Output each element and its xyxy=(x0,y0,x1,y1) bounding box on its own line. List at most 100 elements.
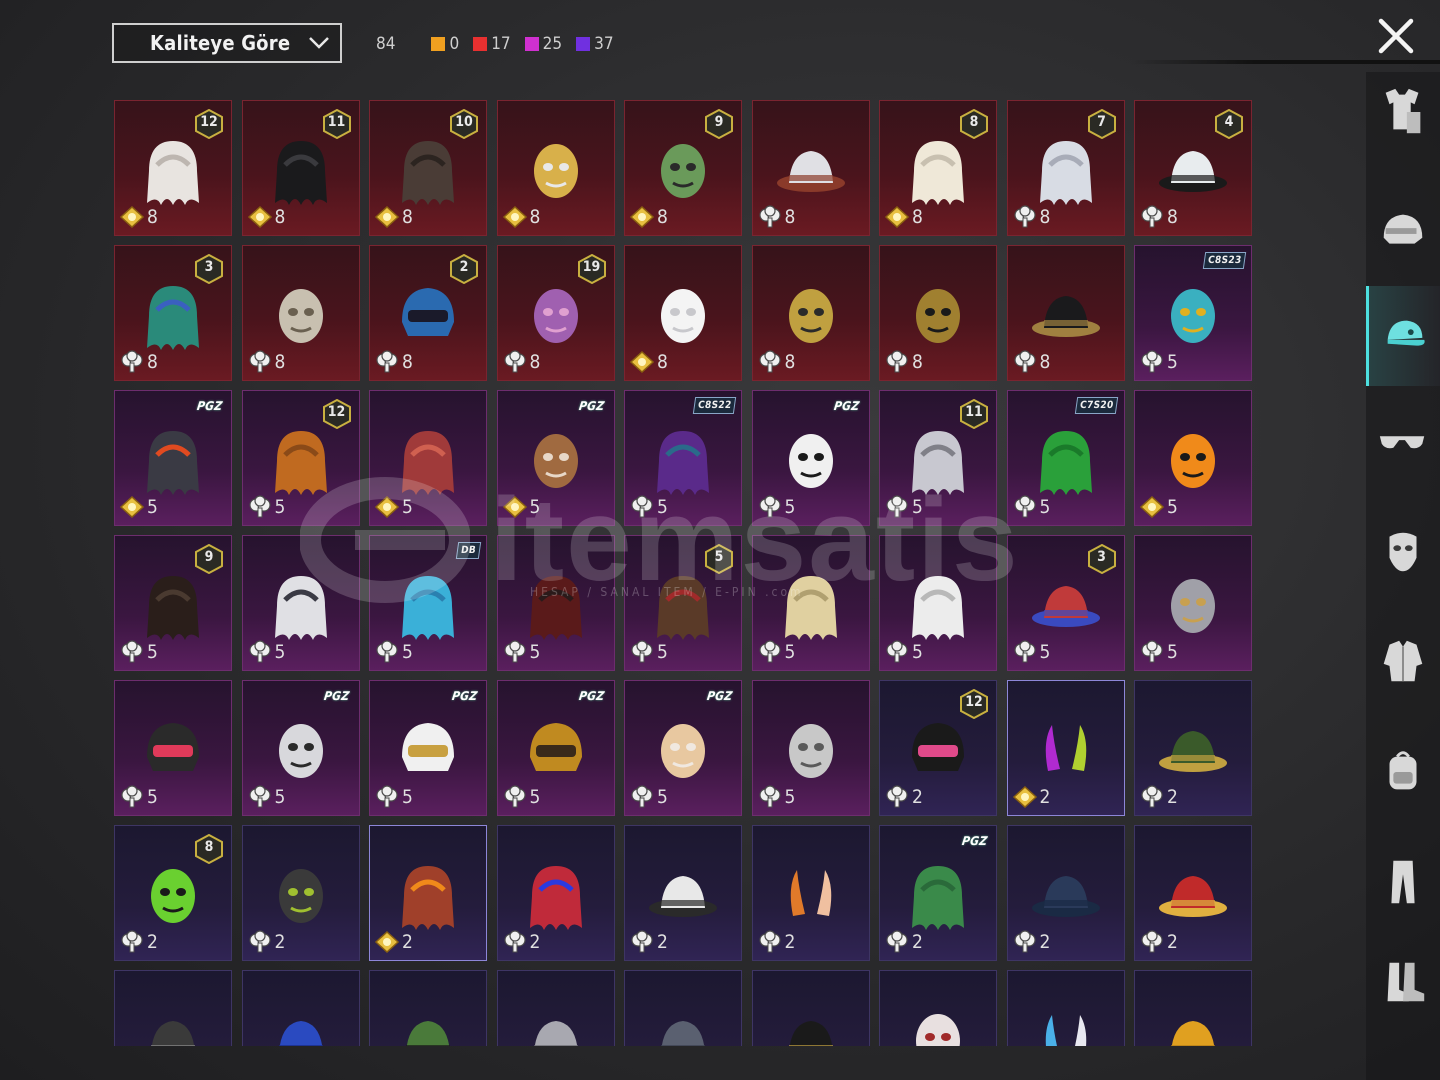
season-tag: PGZ xyxy=(578,689,606,703)
item-card[interactable]: 11 5 xyxy=(879,390,997,526)
item-card[interactable]: C7S20 5 xyxy=(1006,390,1125,526)
item-card[interactable] xyxy=(624,970,742,1046)
item-card[interactable]: 12 2 xyxy=(879,680,997,816)
item-card[interactable]: PGZ 5 xyxy=(114,390,232,526)
nav-backpack[interactable] xyxy=(1366,722,1440,822)
item-card[interactable]: 2 xyxy=(624,825,742,961)
item-card[interactable]: 5 xyxy=(369,390,487,526)
item-card[interactable]: 5 xyxy=(1134,535,1252,671)
nav-outfit[interactable] xyxy=(1366,62,1440,162)
nav-mask[interactable] xyxy=(1366,502,1440,602)
item-card[interactable]: 19 8 xyxy=(496,245,615,381)
item-card[interactable]: 9 8 xyxy=(624,100,742,236)
purple-demon-mask-icon xyxy=(533,288,578,343)
item-card[interactable]: PGZ 2 xyxy=(879,825,997,961)
item-card[interactable] xyxy=(879,970,997,1046)
item-card[interactable]: 5 xyxy=(751,535,870,671)
item-card[interactable]: 5 xyxy=(496,535,615,671)
item-level: 9 xyxy=(204,549,214,565)
nav-boots[interactable] xyxy=(1366,932,1440,1032)
item-quantity-value: 5 xyxy=(147,640,158,663)
item-card[interactable]: 12 8 xyxy=(114,100,232,236)
item-card[interactable]: 2 xyxy=(1134,680,1252,816)
boots-icon xyxy=(1387,962,1425,1002)
item-card[interactable]: 5 xyxy=(879,535,997,671)
item-quantity-value: 8 xyxy=(529,350,541,373)
green-hair-icon xyxy=(1039,430,1092,495)
close-icon[interactable] xyxy=(1376,16,1416,56)
item-card[interactable]: 10 8 xyxy=(369,100,487,236)
item-card[interactable]: 3 5 xyxy=(1006,535,1125,671)
item-card[interactable]: 2 8 xyxy=(369,245,487,381)
item-card[interactable]: 12 5 xyxy=(241,390,360,526)
silver-fragment-icon xyxy=(376,640,398,663)
item-card[interactable]: 2 xyxy=(496,825,615,961)
item-card[interactable]: DB 5 xyxy=(369,535,487,671)
item-level: 5 xyxy=(714,549,724,565)
nav-glasses[interactable] xyxy=(1366,392,1440,492)
item-card[interactable]: PGZ 5 xyxy=(496,390,615,526)
item-card[interactable]: 5 xyxy=(241,535,360,671)
item-card[interactable]: 2 xyxy=(1006,680,1125,816)
season-tag: PGZ xyxy=(450,689,478,703)
item-quantity-value: 8 xyxy=(274,350,286,373)
item-card[interactable]: PGZ 5 xyxy=(369,680,487,816)
item-card[interactable]: 8 xyxy=(241,245,360,381)
item-card[interactable]: 2 xyxy=(241,825,360,961)
item-card[interactable] xyxy=(1134,970,1252,1046)
item-quantity-value: 5 xyxy=(274,785,286,808)
green-cap-icon xyxy=(405,1020,451,1046)
item-card[interactable]: 8 8 xyxy=(879,100,997,236)
item-card[interactable] xyxy=(114,970,232,1046)
item-card[interactable]: PGZ 5 xyxy=(624,680,742,816)
item-card[interactable]: 5 xyxy=(114,680,232,816)
item-quantity-value: 5 xyxy=(1167,495,1178,518)
item-card[interactable]: PGZ 5 xyxy=(241,680,360,816)
nav-cap[interactable] xyxy=(1366,286,1440,386)
sort-dropdown[interactable]: Kaliteye Göre xyxy=(112,23,342,63)
item-card[interactable]: 4 8 xyxy=(1134,100,1252,236)
item-card[interactable]: 8 xyxy=(496,100,615,236)
item-card[interactable]: C8S23 5 xyxy=(1134,245,1252,381)
item-card[interactable]: 11 8 xyxy=(241,100,360,236)
item-card[interactable]: 8 2 xyxy=(114,825,232,961)
item-card[interactable]: 9 5 xyxy=(114,535,232,671)
item-card[interactable]: 8 xyxy=(624,245,742,381)
silver-fragment-icon xyxy=(248,495,271,518)
item-card[interactable]: 2 xyxy=(751,825,870,961)
item-card[interactable]: 8 xyxy=(751,245,870,381)
silver-fragment-icon xyxy=(758,495,781,518)
item-card[interactable]: 3 8 xyxy=(114,245,232,381)
item-card[interactable]: 2 xyxy=(1006,825,1125,961)
item-card[interactable]: PGZ 5 xyxy=(751,390,870,526)
item-card[interactable]: 5 xyxy=(1134,390,1252,526)
item-card[interactable]: 2 xyxy=(1134,825,1252,961)
item-card[interactable]: 5 5 xyxy=(624,535,742,671)
silver-fragment-icon xyxy=(1013,640,1036,663)
item-quantity: 5 xyxy=(1012,640,1050,664)
item-card[interactable] xyxy=(751,970,870,1046)
item-quantity: 5 xyxy=(119,495,158,519)
nav-jacket[interactable] xyxy=(1366,612,1440,712)
item-card[interactable]: 7 8 xyxy=(1006,100,1125,236)
item-card[interactable]: 8 xyxy=(751,100,870,236)
legendary-swatch xyxy=(431,37,446,51)
item-card[interactable]: C8S22 5 xyxy=(624,390,742,526)
item-card[interactable]: 5 xyxy=(751,680,870,816)
item-card[interactable]: 2 xyxy=(369,825,487,961)
gold-fragment-icon xyxy=(374,205,400,229)
gold-fragment-icon xyxy=(884,205,910,229)
item-quantity-value: 5 xyxy=(402,785,413,808)
item-card[interactable] xyxy=(241,970,360,1046)
item-card[interactable] xyxy=(496,970,615,1046)
item-quantity: 8 xyxy=(884,350,923,374)
item-card[interactable] xyxy=(1006,970,1125,1046)
nav-helmet[interactable] xyxy=(1366,182,1440,282)
item-card[interactable]: 8 xyxy=(1006,245,1125,381)
item-card[interactable]: PGZ 5 xyxy=(496,680,615,816)
silver-fragment-icon xyxy=(1013,350,1036,373)
nav-pants[interactable] xyxy=(1366,832,1440,932)
item-quantity-value: 2 xyxy=(1039,785,1051,808)
item-card[interactable] xyxy=(369,970,487,1046)
item-card[interactable]: 8 xyxy=(879,245,997,381)
